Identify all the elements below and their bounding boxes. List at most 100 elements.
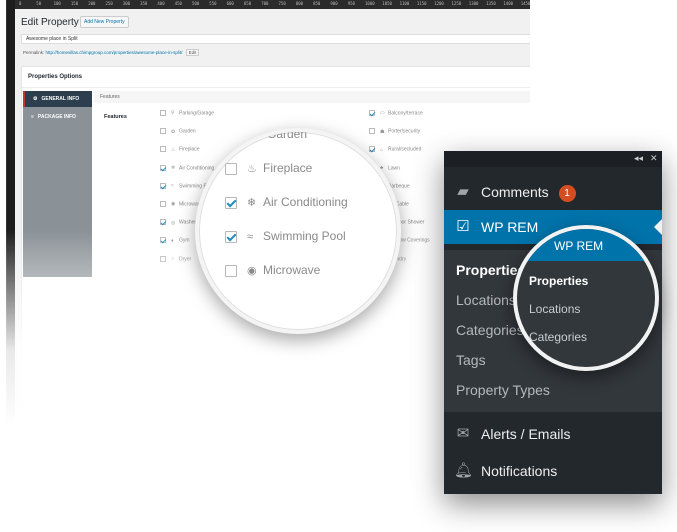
- left-edge-bar: [7, 0, 15, 494]
- feature-checkbox[interactable]: [160, 201, 166, 207]
- add-new-property-button[interactable]: Add New Property: [80, 16, 129, 28]
- ruler-tick: 750: [278, 1, 286, 6]
- pool-icon: ≈: [247, 231, 254, 243]
- ruler-tick: 1150: [416, 1, 427, 6]
- envelope-icon: ✉: [456, 425, 470, 442]
- ruler-tick: 1450: [520, 1, 530, 6]
- collapse-icon[interactable]: ◂◂: [634, 153, 643, 164]
- features-label: Features: [104, 114, 127, 120]
- feature-checkbox[interactable]: [160, 219, 166, 226]
- submenu-item-tags[interactable]: Tags: [456, 352, 486, 368]
- ac-icon: ❄: [171, 164, 176, 171]
- feature-label: Balcony/terrace: [388, 110, 423, 117]
- magnified-feature-checkbox[interactable]: [225, 264, 237, 277]
- menu-item-comments[interactable]: ▰ Comments 1: [444, 175, 662, 209]
- map-pin-icon: ⚲: [171, 110, 175, 117]
- menu-item-notifications[interactable]: 🔔︎ Notifications: [444, 454, 662, 488]
- magnifier-item-categories[interactable]: Categories: [529, 330, 587, 344]
- feature-label: Dryer: [179, 255, 192, 262]
- feature-checkbox[interactable]: [369, 110, 375, 116]
- magnified-feature-option[interactable]: ♨ Fireplace: [225, 161, 312, 175]
- permalink: Permalink: http://homevillas.chimpgroup.…: [23, 49, 200, 56]
- feature-label: Porter/security: [388, 128, 421, 135]
- feature-option[interactable]: ☗ Porter/security: [369, 128, 421, 135]
- feature-label: Parking/Garage: [179, 110, 215, 117]
- feature-option[interactable]: ✿ Garden: [160, 128, 196, 135]
- ruler-tick: 350: [140, 1, 148, 6]
- magnified-feature-label: Fireplace: [263, 161, 313, 175]
- feature-checkbox[interactable]: [160, 128, 166, 135]
- feature-option[interactable]: ⌂ Rural/secluded: [369, 146, 421, 153]
- tab-package-info[interactable]: ≡ PACKAGE INFO: [23, 109, 92, 125]
- ruler-tick: 300: [122, 1, 131, 6]
- feature-checkbox[interactable]: [160, 110, 166, 116]
- feature-checkbox[interactable]: [369, 128, 375, 135]
- ruler-tick: 1400: [503, 1, 514, 6]
- submenu-item-property-types[interactable]: Property Types: [456, 382, 550, 398]
- submenu-item-properties[interactable]: Properties: [456, 262, 525, 278]
- permalink-edit-button[interactable]: Edit: [185, 49, 200, 56]
- magnifier-item-locations[interactable]: Locations: [529, 302, 580, 316]
- feature-option[interactable]: ❄ Air Conditioning: [160, 164, 215, 171]
- magnified-feature-checkbox[interactable]: [225, 162, 237, 175]
- feature-option[interactable]: ⚲ Parking/Garage: [160, 110, 214, 116]
- magnified-feature-checkbox[interactable]: [225, 196, 237, 209]
- feature-checkbox[interactable]: [160, 237, 166, 244]
- magnified-feature-option[interactable]: ◉ Microwave: [225, 263, 320, 277]
- feature-option[interactable]: ♦ Gym: [160, 237, 190, 244]
- magnified-feature-label: Garden: [267, 128, 308, 141]
- flame-icon: ♨: [171, 146, 176, 153]
- tree-icon: ✿: [171, 128, 176, 135]
- ruler-tick: 1050: [382, 1, 392, 6]
- checkbox-square-icon: ☑: [456, 218, 470, 235]
- ac-icon: ❄: [247, 197, 257, 209]
- menu-item-alerts-emails[interactable]: ✉ Alerts / Emails: [444, 417, 662, 451]
- feature-checkbox[interactable]: [160, 146, 166, 153]
- feature-checkbox[interactable]: [369, 146, 375, 153]
- bell-icon: 🔔︎: [454, 462, 474, 479]
- feature-label: Air Conditioning: [179, 164, 215, 171]
- pool-icon: ≈: [171, 183, 174, 190]
- close-icon[interactable]: ✕: [650, 153, 658, 164]
- feature-checkbox[interactable]: [160, 255, 166, 262]
- feature-label: Garden: [179, 128, 196, 135]
- feature-label: Gym: [179, 237, 190, 244]
- permalink-url[interactable]: http://homevillas.chimpgroup.com/propert…: [46, 50, 183, 55]
- washer-icon: ◎: [171, 219, 176, 226]
- gym-icon: ♦: [171, 237, 174, 244]
- ruler-tick: 950: [347, 1, 355, 6]
- magnified-feature-label: Air Conditioning: [263, 195, 348, 209]
- ruler-tick: 1250: [451, 1, 462, 6]
- gear-icon: ⚙: [33, 96, 38, 102]
- feature-checkbox[interactable]: [160, 164, 166, 171]
- ruler-tick: 850: [313, 1, 321, 6]
- ruler-tick: 1200: [434, 1, 444, 6]
- magnified-feature-option[interactable]: ≈ Swimming Pool: [225, 229, 346, 243]
- tab-general-info[interactable]: ⚙ GENERAL INFO: [23, 91, 92, 107]
- property-title-input[interactable]: Awesome place in Split: [21, 34, 530, 44]
- feature-option[interactable]: ◉ Microwave: [160, 201, 203, 207]
- ruler-tick: 1100: [399, 1, 410, 6]
- ruler-tick: 1300: [468, 1, 479, 6]
- submenu-item-locations[interactable]: Locations: [456, 292, 516, 308]
- submenu-item-categories[interactable]: Categories: [456, 322, 524, 338]
- magnified-feature-option[interactable]: ❄ Air Conditioning: [225, 195, 348, 209]
- ruler-tick: 100: [53, 1, 61, 6]
- feature-checkbox[interactable]: [160, 182, 166, 189]
- feature-option[interactable]: ♨ Fireplace: [160, 146, 200, 153]
- ruler-tick: 250: [105, 1, 113, 6]
- box-title: Properties Options: [28, 74, 83, 80]
- tab-label: PACKAGE INFO: [37, 114, 76, 120]
- ruler-tick: 1000: [365, 1, 375, 6]
- magnified-feature-checkbox[interactable]: [225, 230, 237, 243]
- ruler-tick: 600: [226, 1, 234, 6]
- ruler-tick: 500: [192, 1, 200, 6]
- list-icon: ≡: [31, 114, 34, 120]
- feature-option[interactable]: ◎ Washer: [160, 219, 196, 226]
- feature-option[interactable]: ▭ Balcony/terrace: [369, 110, 423, 116]
- flame-icon: ♨: [247, 163, 257, 175]
- magnifier-item-properties[interactable]: Properties: [529, 274, 588, 288]
- features-header: Features: [94, 91, 530, 103]
- feature-label: Fireplace: [179, 146, 200, 153]
- feature-option[interactable]: ○ Dryer: [160, 255, 192, 262]
